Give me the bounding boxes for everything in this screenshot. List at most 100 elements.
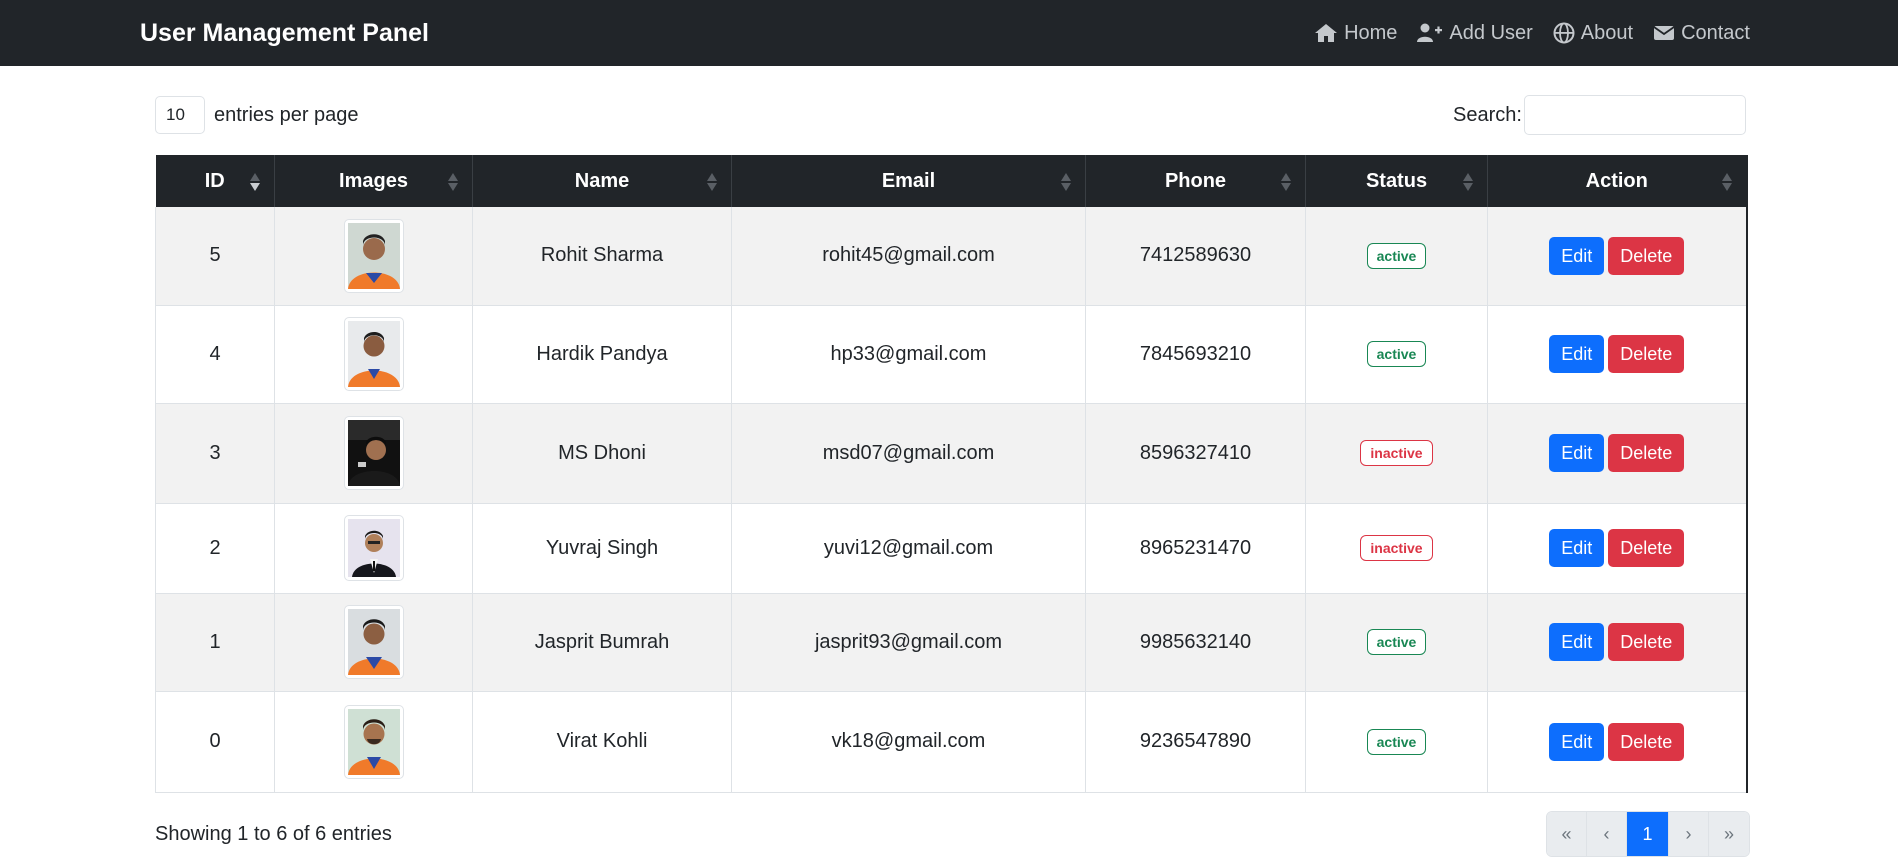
- status-badge: inactive: [1360, 535, 1433, 561]
- delete-button[interactable]: Delete: [1608, 236, 1685, 275]
- column-header-label: Name: [574, 169, 630, 192]
- entries-per-page-label: entries per page: [214, 104, 359, 126]
- edit-button[interactable]: Edit: [1549, 335, 1605, 373]
- first-page-button[interactable]: «: [1547, 812, 1587, 856]
- sort-icon: [1463, 173, 1473, 191]
- cell-name: Virat Kohli: [472, 691, 732, 793]
- column-header-name[interactable]: Name: [472, 155, 732, 207]
- column-header-status[interactable]: Status: [1305, 155, 1488, 207]
- delete-button[interactable]: Delete: [1608, 529, 1685, 567]
- user-photo-thumbnail: [343, 416, 404, 490]
- column-header-label: Phone: [1164, 169, 1227, 192]
- table-header-row: ID Images Name Email Phone Status Action: [155, 155, 1747, 207]
- cell-id: 5: [155, 207, 275, 306]
- table-info-text: Showing 1 to 6 of 6 entries: [155, 823, 392, 845]
- table-row: 2 Yuvraj Singh yuvi12@gmail.com 89652314…: [155, 503, 1747, 594]
- cell-id: 1: [155, 593, 275, 692]
- nav-link-contact[interactable]: Contact: [1653, 22, 1750, 45]
- delete-button[interactable]: Delete: [1608, 434, 1685, 472]
- cell-name: Yuvraj Singh: [472, 503, 732, 594]
- cell-name: MS Dhoni: [472, 403, 732, 504]
- user-photo-thumbnail: [343, 218, 404, 293]
- cell-action: Edit Delete: [1487, 691, 1747, 793]
- users-table: ID Images Name Email Phone Status Action…: [155, 155, 1748, 793]
- edit-button[interactable]: Edit: [1549, 722, 1605, 761]
- edit-button[interactable]: Edit: [1549, 529, 1605, 567]
- nav-links: Home Add User About Contact: [1294, 0, 1750, 66]
- column-header-action[interactable]: Action: [1487, 155, 1747, 207]
- user-photo: [347, 519, 400, 577]
- next-page-button[interactable]: ›: [1669, 812, 1709, 856]
- cell-name: Rohit Sharma: [472, 207, 732, 306]
- brand-title[interactable]: User Management Panel: [140, 0, 429, 66]
- cell-action: Edit Delete: [1487, 305, 1747, 404]
- user-photo: [347, 708, 400, 775]
- entries-per-page-select[interactable]: 10: [155, 96, 205, 134]
- envelope-icon: [1653, 26, 1675, 40]
- cell-phone: 8596327410: [1085, 403, 1306, 504]
- sort-icon: [1061, 173, 1071, 191]
- status-badge: active: [1366, 242, 1427, 269]
- cell-image: [274, 593, 473, 692]
- cell-action: Edit Delete: [1487, 207, 1747, 306]
- cell-email: vk18@gmail.com: [731, 691, 1086, 793]
- search-input[interactable]: [1524, 95, 1746, 135]
- edit-button[interactable]: Edit: [1549, 623, 1605, 661]
- cell-status: inactive: [1305, 403, 1488, 504]
- cell-image: [274, 305, 473, 404]
- cell-email: msd07@gmail.com: [731, 403, 1086, 504]
- page-button-1[interactable]: 1: [1627, 812, 1669, 856]
- nav-link-label: Add User: [1449, 21, 1533, 44]
- sort-icon: [1721, 173, 1732, 191]
- column-header-email[interactable]: Email: [731, 155, 1086, 207]
- sort-icon: [707, 173, 717, 191]
- cell-action: Edit Delete: [1487, 403, 1747, 504]
- status-badge: active: [1366, 341, 1427, 367]
- column-header-id[interactable]: ID: [155, 155, 275, 207]
- last-page-button[interactable]: »: [1709, 812, 1749, 856]
- cell-id: 2: [155, 503, 275, 594]
- delete-button[interactable]: Delete: [1608, 623, 1685, 661]
- nav-link-label: About: [1580, 21, 1634, 44]
- nav-link-home[interactable]: Home: [1314, 22, 1397, 45]
- delete-button[interactable]: Delete: [1608, 722, 1685, 761]
- previous-page-button[interactable]: ‹: [1587, 812, 1627, 856]
- cell-id: 0: [155, 691, 275, 793]
- user-plus-icon: [1417, 23, 1443, 42]
- column-header-phone[interactable]: Phone: [1085, 155, 1306, 207]
- cell-status: active: [1305, 691, 1488, 793]
- nav-link-add-user[interactable]: Add User: [1417, 21, 1533, 45]
- cell-image: [274, 503, 473, 594]
- top-navbar: User Management Panel Home Add User Abou…: [0, 0, 1898, 66]
- cell-email: hp33@gmail.com: [731, 305, 1086, 404]
- column-header-label: Status: [1365, 169, 1428, 192]
- cell-phone: 7845693210: [1085, 305, 1306, 404]
- cell-action: Edit Delete: [1487, 503, 1747, 594]
- user-photo-thumbnail: [343, 317, 404, 391]
- user-photo: [347, 609, 400, 675]
- table-row: 3 MS Dhoni msd07@gmail.com 8596327410 in…: [155, 403, 1747, 504]
- edit-button[interactable]: Edit: [1549, 236, 1605, 275]
- nav-link-label: Home: [1344, 21, 1398, 44]
- cell-phone: 7412589630: [1085, 207, 1306, 306]
- table-row: 1 Jasprit Bumrah jasprit93@gmail.com 998…: [155, 593, 1747, 692]
- user-photo-thumbnail: [343, 515, 404, 581]
- user-photo-thumbnail: [343, 605, 404, 679]
- cell-image: [274, 403, 473, 504]
- table-row: 0 Virat Kohli vk18@gmail.com 9236547890 …: [155, 691, 1747, 793]
- nav-link-label: Contact: [1681, 21, 1750, 44]
- delete-button[interactable]: Delete: [1608, 335, 1685, 373]
- cell-email: rohit45@gmail.com: [731, 207, 1086, 306]
- column-header-label: ID: [204, 169, 225, 192]
- cell-status: active: [1305, 305, 1488, 404]
- globe-icon: [1553, 22, 1575, 44]
- home-icon: [1315, 24, 1338, 42]
- column-header-images[interactable]: Images: [274, 155, 473, 207]
- edit-button[interactable]: Edit: [1549, 434, 1605, 472]
- cell-status: active: [1305, 593, 1488, 692]
- cell-name: Hardik Pandya: [472, 305, 732, 404]
- cell-phone: 9985632140: [1085, 593, 1306, 692]
- pagination: « ‹ 1 › »: [1546, 811, 1750, 857]
- nav-link-about[interactable]: About: [1553, 22, 1633, 45]
- status-badge: active: [1366, 629, 1427, 655]
